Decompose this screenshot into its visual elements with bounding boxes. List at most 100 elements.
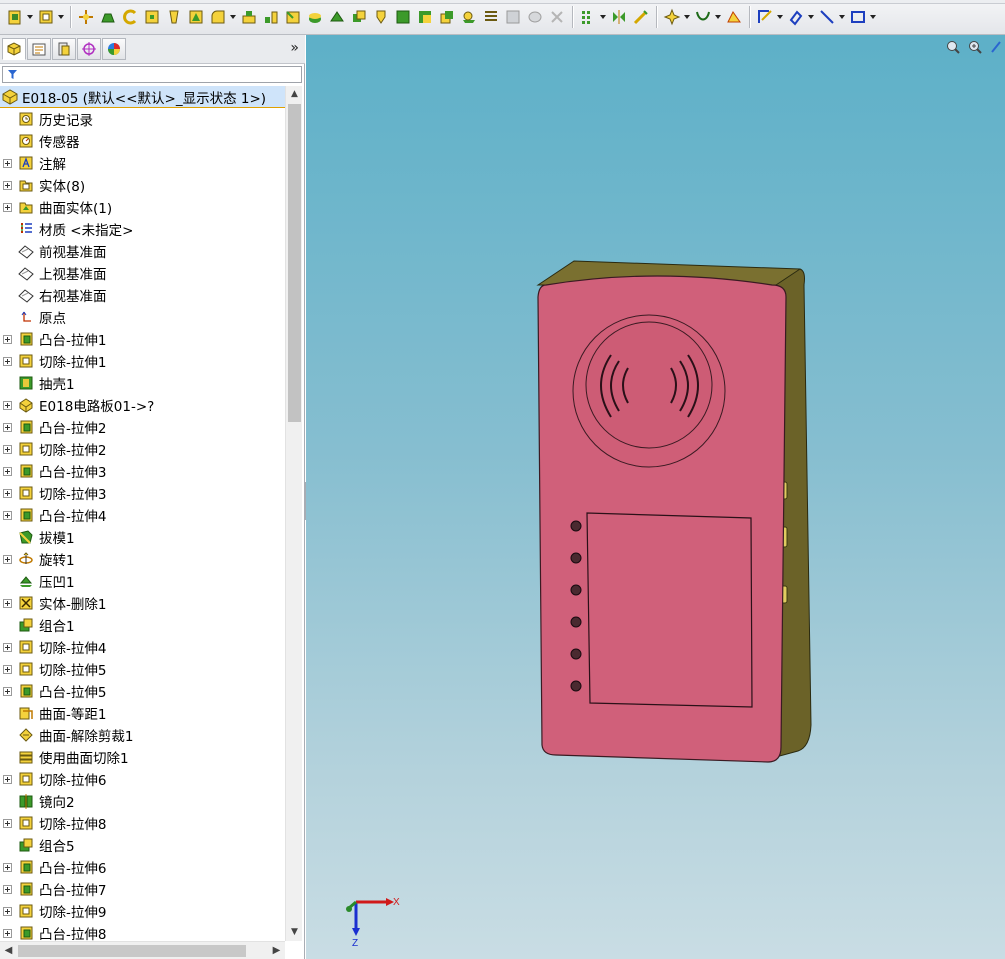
tab-display-manager[interactable]: [102, 38, 126, 60]
expand-plus-icon[interactable]: [3, 356, 12, 366]
feature-tree-item[interactable]: 切除-拉伸1: [0, 350, 285, 372]
expand-plus-icon[interactable]: [3, 488, 12, 498]
draft-icon[interactable]: [284, 8, 302, 26]
line-dropdown[interactable]: [838, 8, 845, 26]
expand-plus-icon[interactable]: [3, 928, 12, 938]
sweep-icon[interactable]: [143, 8, 161, 26]
boundary-icon[interactable]: [187, 8, 205, 26]
shell-icon[interactable]: [306, 8, 324, 26]
tab-feature-manager[interactable]: [2, 38, 26, 60]
expand-plus-icon[interactable]: [3, 422, 12, 432]
feature-tree-item[interactable]: 曲面-等距1: [0, 702, 285, 724]
feature-tree-item[interactable]: 前视基准面: [0, 240, 285, 262]
scroll-thumb[interactable]: [18, 945, 246, 957]
expand-plus-icon[interactable]: [3, 906, 12, 916]
tab-configuration-manager[interactable]: [52, 38, 76, 60]
scroll-left-arrow-icon[interactable]: ◀: [0, 942, 17, 959]
expand-plus-icon[interactable]: [3, 598, 12, 608]
feature-tree-item[interactable]: 实体(8): [0, 174, 285, 196]
reference-geometry-dropdown[interactable]: [683, 8, 690, 26]
feature-tree-item[interactable]: 拔模1: [0, 526, 285, 548]
feature-tree-item[interactable]: 凸台-拉伸2: [0, 416, 285, 438]
expand-plus-icon[interactable]: [3, 444, 12, 454]
feature-tree-filter[interactable]: [2, 66, 302, 83]
feature-tree-item[interactable]: 压凹1: [0, 570, 285, 592]
tab-property-manager[interactable]: [27, 38, 51, 60]
pattern-icon[interactable]: [579, 8, 597, 26]
curves-icon[interactable]: [694, 8, 712, 26]
expand-plus-icon[interactable]: [3, 202, 12, 212]
reference-geometry-icon[interactable]: [372, 8, 390, 26]
vertical-scrollbar[interactable]: ▲ ▼: [285, 86, 302, 941]
surface-cut-icon[interactable]: [482, 8, 500, 26]
linear-pattern-icon[interactable]: [240, 8, 258, 26]
feature-tree-item[interactable]: 切除-拉伸9: [0, 900, 285, 922]
sketch-dropdown[interactable]: [776, 8, 783, 26]
intersect-icon[interactable]: [350, 8, 368, 26]
cut-icon[interactable]: [416, 8, 434, 26]
feature-tree-item[interactable]: 切除-拉伸6: [0, 768, 285, 790]
sketch-icon[interactable]: [756, 8, 774, 26]
instant3d-icon[interactable]: [632, 8, 650, 26]
reference-point-icon[interactable]: [663, 8, 681, 26]
expand-plus-icon[interactable]: [3, 884, 12, 894]
feature-tree-item[interactable]: 上视基准面: [0, 262, 285, 284]
expand-plus-icon[interactable]: [3, 400, 12, 410]
expand-plus-icon[interactable]: [3, 554, 12, 564]
panel-expand-chevron-icon[interactable]: »: [290, 40, 299, 56]
feature-tree-item[interactable]: 右视基准面: [0, 284, 285, 306]
graphics-viewport[interactable]: X Z: [306, 35, 1005, 959]
instant3d-toggle-icon[interactable]: [725, 8, 743, 26]
feature-tree-item[interactable]: 抽壳1: [0, 372, 285, 394]
expand-plus-icon[interactable]: [3, 510, 12, 520]
dimension-dropdown[interactable]: [807, 8, 814, 26]
feature-tree-item[interactable]: 凸台-拉伸5: [0, 680, 285, 702]
feature-tree-item[interactable]: 切除-拉伸3: [0, 482, 285, 504]
combine-icon[interactable]: [438, 8, 456, 26]
feature-tree-item[interactable]: 凸台-拉伸3: [0, 460, 285, 482]
new-part-dropdown[interactable]: [26, 8, 33, 26]
pattern-dropdown[interactable]: [599, 8, 606, 26]
feature-tree-item[interactable]: 切除-拉伸5: [0, 658, 285, 680]
expand-plus-icon[interactable]: [3, 158, 12, 168]
feature-tree-item[interactable]: 使用曲面切除1: [0, 746, 285, 768]
expand-plus-icon[interactable]: [3, 686, 12, 696]
expand-plus-icon[interactable]: [3, 334, 12, 344]
fillet-icon[interactable]: [209, 8, 227, 26]
open-icon[interactable]: [37, 8, 55, 26]
expand-plus-icon[interactable]: [3, 466, 12, 476]
feature-tree-item[interactable]: 组合1: [0, 614, 285, 636]
feature-tree-item[interactable]: E018电路板01->?: [0, 394, 285, 416]
wrap-icon[interactable]: [328, 8, 346, 26]
feature-tree-item[interactable]: 实体-删除1: [0, 592, 285, 614]
scroll-up-arrow-icon[interactable]: ▲: [286, 86, 303, 103]
line-icon[interactable]: [818, 8, 836, 26]
feature-tree-item[interactable]: 凸台-拉伸6: [0, 856, 285, 878]
smart-dimension-icon[interactable]: [787, 8, 805, 26]
extrude-icon[interactable]: [99, 8, 117, 26]
feature-tree-item[interactable]: 凸台-拉伸8: [0, 922, 285, 941]
rectangle-dropdown[interactable]: [869, 8, 876, 26]
feature-tree-item[interactable]: 切除-拉伸4: [0, 636, 285, 658]
feature-tree-item[interactable]: 原点: [0, 306, 285, 328]
feature-tree-root[interactable]: E018-05 (默认<<默认>_显示状态 1>): [0, 86, 285, 108]
open-dropdown[interactable]: [57, 8, 64, 26]
3d-model[interactable]: [306, 35, 1005, 959]
feature-tree-item[interactable]: 凸台-拉伸7: [0, 878, 285, 900]
expand-plus-icon[interactable]: [3, 862, 12, 872]
new-part-icon[interactable]: [6, 8, 24, 26]
expand-plus-icon[interactable]: [3, 180, 12, 190]
feature-tree-item[interactable]: 旋转1: [0, 548, 285, 570]
scroll-down-arrow-icon[interactable]: ▼: [286, 924, 303, 941]
feature-tree-item[interactable]: 凸台-拉伸4: [0, 504, 285, 526]
expand-plus-icon[interactable]: [3, 818, 12, 828]
boss-extrude-icon[interactable]: [394, 8, 412, 26]
feature-tree-item[interactable]: 材质 <未指定>: [0, 218, 285, 240]
curves-dropdown[interactable]: [714, 8, 721, 26]
expand-plus-icon[interactable]: [3, 642, 12, 652]
feature-tree-item[interactable]: 凸台-拉伸1: [0, 328, 285, 350]
rib-icon[interactable]: [262, 8, 280, 26]
feature-tree-item[interactable]: 曲面-解除剪裁1: [0, 724, 285, 746]
feature-tree-item[interactable]: 历史记录: [0, 108, 285, 130]
move-icon[interactable]: [77, 8, 95, 26]
